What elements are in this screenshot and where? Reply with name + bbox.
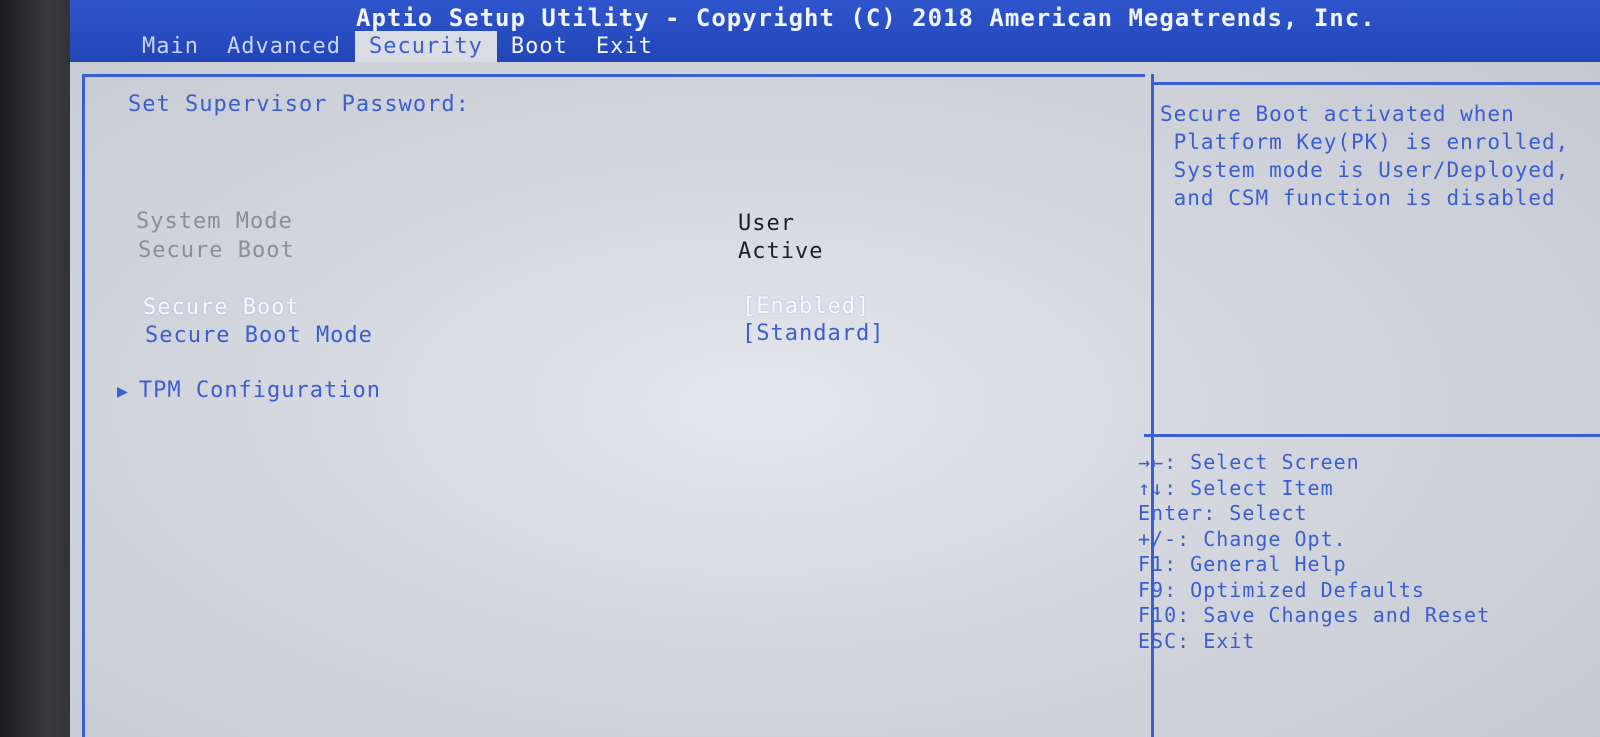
tab-security[interactable]: Security — [354, 31, 497, 62]
help-panel-top-border — [1154, 82, 1600, 85]
bios-screen: Aptio Setup Utility - Copyright (C) 2018… — [70, 0, 1600, 737]
key-hint-select-screen: →←: Select Screen — [1138, 450, 1360, 474]
secure-boot-mode-label[interactable]: Secure Boot Mode — [145, 323, 373, 348]
tab-main[interactable]: Main — [128, 31, 213, 62]
help-text: Secure Boot activated when Platform Key(… — [1160, 100, 1600, 212]
key-hint-select-item: ↑↓: Select Item — [1138, 475, 1334, 500]
tab-exit[interactable]: Exit — [582, 31, 667, 62]
key-hint-change-opt: +/-: Change Opt. — [1138, 526, 1347, 551]
app-title: Aptio Setup Utility - Copyright (C) 2018… — [356, 4, 1376, 32]
tpm-configuration-item[interactable]: ▶ TPM Configuration — [117, 378, 381, 403]
supervisor-password-item[interactable]: Set Supervisor Password: — [128, 92, 470, 117]
tpm-configuration-label: TPM Configuration — [138, 378, 382, 403]
key-hint-esc: ESC: Exit — [1138, 628, 1256, 653]
help-panel-separator — [1144, 434, 1600, 437]
secure-boot-status-label: Secure Boot — [138, 238, 295, 263]
help-line: Platform Key(PK) is enrolled, — [1160, 130, 1570, 154]
tab-advanced[interactable]: Advanced — [213, 31, 355, 62]
submenu-arrow-icon: ▶ — [117, 381, 129, 402]
main-panel-frame — [82, 74, 1145, 737]
secure-boot-mode-value[interactable]: [Standard] — [742, 321, 884, 346]
help-line: System mode is User/Deployed, — [1160, 158, 1570, 182]
key-hint-enter: Enter: Select — [1138, 501, 1308, 525]
tab-bar: Main Advanced Security Boot Exit — [128, 31, 667, 62]
key-hint-f1: F1: General Help — [1138, 552, 1347, 576]
system-mode-label: System Mode — [136, 209, 293, 234]
tab-boot[interactable]: Boot — [497, 31, 582, 62]
header-bar: Aptio Setup Utility - Copyright (C) 2018… — [70, 0, 1600, 62]
key-hint-f10: F10: Save Changes and Reset — [1138, 603, 1491, 627]
help-line: and CSM function is disabled — [1160, 186, 1556, 210]
help-line: Secure Boot activated when — [1160, 102, 1515, 126]
system-mode-value: User — [738, 211, 795, 236]
secure-boot-value[interactable]: [Enabled] — [742, 294, 870, 319]
key-legend: →←: Select Screen ↑↓: Select Item Enter:… — [1138, 450, 1598, 654]
secure-boot-status-value: Active — [738, 239, 824, 264]
key-hint-f9: F9: Optimized Defaults — [1138, 577, 1425, 602]
secure-boot-label[interactable]: Secure Boot — [143, 295, 300, 320]
